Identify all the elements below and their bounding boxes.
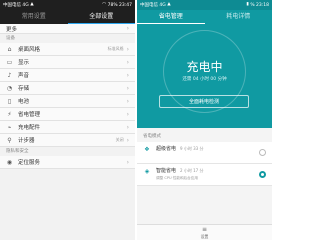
pedometer-icon: ⚲ [7, 136, 12, 144]
item-label: 桌面风格 [18, 47, 41, 53]
signal-icon: ▲ [167, 1, 171, 7]
mode-title: 超级省电 [156, 146, 177, 152]
settings-item-sound[interactable]: ♪ 声音 › [0, 69, 135, 82]
tab-common-settings[interactable]: 常用设置 [0, 10, 68, 24]
charging-status: 充电中 [186, 60, 223, 74]
item-value: 标准风格 [107, 46, 124, 51]
chevron-right-icon: › [126, 123, 129, 131]
mode-radio-smart[interactable] [259, 171, 266, 178]
chevron-right-icon: › [126, 110, 129, 118]
settings-label: 设置 [200, 234, 209, 239]
power-manager-screen: 中国电信 4G ▲ ▮% 23:18 省电管理 耗电详情 充电中 还需 04 小时… [137, 0, 272, 240]
mode-smart-saving[interactable]: ◈ 智能省电 2 小时 17 分 调整 CPU 性能和后台应用 [137, 164, 272, 186]
more-label: 更多 [6, 26, 18, 33]
chevron-right-icon: › [126, 158, 129, 166]
section-device: 设备 [0, 34, 135, 43]
bottom-settings-bar[interactable]: ≡ 设置 [137, 224, 272, 240]
mode-ultra-saving[interactable]: ❖ 超级省电 9 小时 33 分 [137, 142, 272, 164]
more-row[interactable]: 更多 › [0, 24, 135, 34]
tab-power-management[interactable]: 省电管理 [137, 10, 205, 24]
ultra-saving-icon: ❖ [144, 145, 150, 153]
section-privacy: 隐私和安全 [0, 147, 135, 156]
settings-icon: ≡ [201, 226, 208, 233]
settings-item-display[interactable]: ▭ 显示 › [0, 56, 135, 69]
home-icon: ⌂ [7, 45, 12, 53]
battery-icon: ▮ [246, 1, 249, 7]
signal-icon: ▲ [30, 1, 34, 7]
status-bar: 中国电信 4G ▲ ▮% 23:18 [137, 0, 272, 10]
status-area: 中国电信 4G ▲ ◠ 78% 23:47 [0, 0, 135, 10]
item-label: 声音 [18, 73, 30, 79]
location-icon: ◉ [6, 158, 13, 166]
status-bar: 中国电信 4G ▲ ◠ 78% 23:47 [0, 0, 135, 10]
chevron-right-icon: › [126, 71, 129, 79]
item-label: 电池 [18, 99, 30, 105]
settings-item-battery[interactable]: ▯ 电池 › [0, 95, 135, 108]
settings-screen: 中国电信 4G ▲ ◠ 78% 23:47 常用设置 全部设置 更多 › 设备 ⌂ … [0, 0, 135, 240]
settings-item-power-saving[interactable]: ⚡ 省电管理 › [0, 108, 135, 121]
display-icon: ▭ [6, 58, 13, 66]
settings-item-desktop-style[interactable]: ⌂ 桌面风格 标准风格 › [0, 43, 135, 56]
chevron-right-icon: › [126, 25, 129, 32]
mode-radio-ultra[interactable] [259, 149, 266, 156]
battery-icon: ▯ [7, 97, 12, 105]
full-power-check-button[interactable]: 全面耗电检测 [159, 95, 249, 108]
power-tabs: 省电管理 耗电详情 [137, 10, 272, 24]
charging-icon: ⌁ [7, 123, 12, 131]
item-label: 计步器 [18, 138, 35, 144]
chevron-right-icon: › [126, 136, 129, 144]
storage-icon: ◔ [6, 84, 13, 92]
battery-time-text: % 23:18 [250, 2, 269, 8]
mode-time: 9 小时 33 分 [180, 146, 204, 151]
sound-icon: ♪ [7, 71, 12, 79]
time-remaining: 还需 04 小时 00 分钟 [182, 77, 227, 82]
settings-item-storage[interactable]: ◔ 存储 › [0, 82, 135, 95]
item-label: 存储 [18, 86, 30, 92]
battery-time-text: 78% 23:47 [107, 2, 132, 8]
carrier-text: 中国电信 4G [140, 3, 166, 8]
settings-tabs: 常用设置 全部设置 [0, 10, 135, 24]
carrier-text: 中国电信 4G [3, 3, 29, 8]
mode-time: 2 小时 17 分 [180, 168, 204, 173]
chevron-right-icon: › [126, 97, 129, 105]
item-label: 省电管理 [18, 112, 41, 118]
tab-all-settings[interactable]: 全部设置 [67, 10, 135, 24]
settings-item-pedometer[interactable]: ⚲ 计步器 关闭 › [0, 134, 135, 147]
item-label: 充电配件 [18, 125, 41, 131]
item-label: 定位服务 [18, 160, 41, 166]
wifi-icon: ◠ [102, 1, 107, 7]
chevron-right-icon: › [126, 45, 129, 53]
charging-hero: 省电管理 耗电详情 充电中 还需 04 小时 00 分钟 全面耗电检测 [137, 10, 272, 128]
smart-saving-icon: ◈ [144, 167, 150, 175]
chevron-right-icon: › [126, 58, 129, 66]
tab-power-details[interactable]: 耗电详情 [205, 10, 273, 24]
item-label: 显示 [18, 60, 30, 66]
power-mode-header: 省电模式 [143, 134, 161, 139]
settings-item-location[interactable]: ◉ 定位服务 › [0, 156, 135, 169]
settings-item-charging-accessories[interactable]: ⌁ 充电配件 › [0, 121, 135, 134]
power-saving-icon: ⚡ [7, 110, 12, 118]
chevron-right-icon: › [126, 84, 129, 92]
mode-title: 智能省电 [156, 168, 177, 174]
item-value: 关闭 [115, 137, 124, 142]
mode-description: 调整 CPU 性能和后台应用 [156, 176, 198, 180]
